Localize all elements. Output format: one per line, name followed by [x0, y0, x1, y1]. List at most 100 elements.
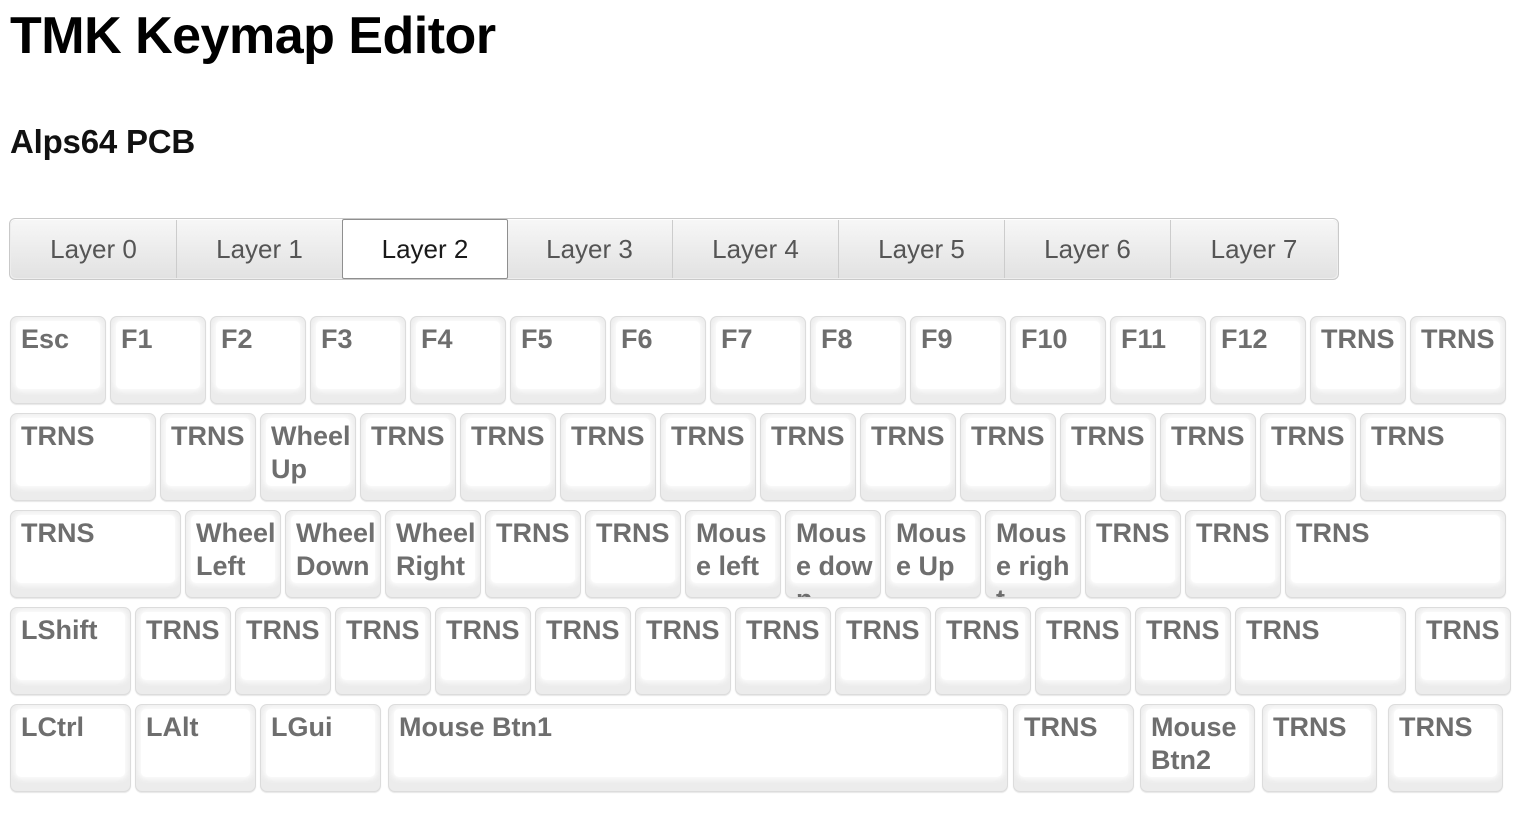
- layer-tab-label: Layer 2: [381, 233, 469, 264]
- key-label: TRNS: [871, 421, 945, 451]
- key-cell[interactable]: Wheel Right: [385, 510, 481, 598]
- key-cell[interactable]: TRNS: [1235, 607, 1406, 695]
- key-cell[interactable]: TRNS: [835, 607, 931, 695]
- key-cell[interactable]: LGui: [260, 704, 381, 792]
- layer-tab-0[interactable]: Layer 0: [11, 220, 177, 278]
- key-label: TRNS: [671, 421, 745, 451]
- key-label: TRNS: [596, 518, 670, 548]
- key-cell[interactable]: TRNS: [1035, 607, 1131, 695]
- key-label: TRNS: [246, 615, 320, 645]
- key-cell[interactable]: TRNS: [1160, 413, 1256, 501]
- key-cell[interactable]: Mouse left: [685, 510, 781, 598]
- key-cell[interactable]: TRNS: [1262, 704, 1377, 792]
- key-label: TRNS: [1196, 518, 1270, 548]
- key-cell[interactable]: TRNS: [535, 607, 631, 695]
- key-label: F12: [1221, 324, 1268, 354]
- key-cell[interactable]: TRNS: [1360, 413, 1506, 501]
- key-cell[interactable]: TRNS: [10, 413, 156, 501]
- key-label: F5: [521, 324, 553, 354]
- key-cell[interactable]: TRNS: [660, 413, 756, 501]
- key-label: Mouse left: [696, 518, 767, 581]
- key-cell[interactable]: Wheel Up: [260, 413, 356, 501]
- key-cell[interactable]: TRNS: [560, 413, 656, 501]
- key-label: TRNS: [946, 615, 1020, 645]
- key-cell[interactable]: TRNS: [1285, 510, 1506, 598]
- key-cell[interactable]: TRNS: [585, 510, 681, 598]
- key-cell[interactable]: TRNS: [860, 413, 956, 501]
- layer-tab-bar: Layer 0 Layer 1 Layer 2 Layer 3 Layer 4 Layer…: [9, 218, 1339, 280]
- key-label: TRNS: [1273, 712, 1347, 742]
- key-cell[interactable]: TRNS: [1310, 316, 1406, 404]
- key-cell[interactable]: TRNS: [485, 510, 581, 598]
- layer-tab-1[interactable]: Layer 1: [177, 220, 343, 278]
- key-label: Mouse down: [796, 518, 873, 597]
- layer-tab-2[interactable]: Layer 2: [342, 219, 508, 279]
- key-cell[interactable]: Mouse right: [985, 510, 1081, 598]
- key-cell[interactable]: TRNS: [1060, 413, 1156, 501]
- key-label: F3: [321, 324, 353, 354]
- key-cell[interactable]: F6: [610, 316, 706, 404]
- key-cell[interactable]: F12: [1210, 316, 1306, 404]
- key-label: TRNS: [1046, 615, 1120, 645]
- key-cell[interactable]: Wheel Left: [185, 510, 281, 598]
- key-cell[interactable]: TRNS: [635, 607, 731, 695]
- key-cell[interactable]: TRNS: [1013, 704, 1134, 792]
- key-label: F11: [1121, 324, 1167, 354]
- key-cell[interactable]: TRNS: [135, 607, 231, 695]
- layer-tab-7[interactable]: Layer 7: [1171, 220, 1337, 278]
- key-cell[interactable]: F9: [910, 316, 1006, 404]
- key-cell[interactable]: TRNS: [235, 607, 331, 695]
- key-cell[interactable]: TRNS: [1410, 316, 1506, 404]
- key-cell[interactable]: TRNS: [1135, 607, 1231, 695]
- key-cell[interactable]: F10: [1010, 316, 1106, 404]
- key-cell[interactable]: Mouse Up: [885, 510, 981, 598]
- key-cell[interactable]: TRNS: [435, 607, 531, 695]
- layer-tab-label: Layer 1: [216, 233, 303, 264]
- key-label: TRNS: [496, 518, 570, 548]
- layer-tab-5[interactable]: Layer 5: [839, 220, 1005, 278]
- key-cell[interactable]: LShift: [10, 607, 131, 695]
- keyboard-row-2: TRNS TRNS Wheel Up TRNS TRNS TRNS TRNS TRNS TRNS…: [0, 409, 1524, 506]
- key-cell[interactable]: Mouse Btn1: [388, 704, 1008, 792]
- keyboard-row-1: Esc F1 F2 F3 F4 F5 F6 F7 F8 F9 F10 F11 F12 TRNS TRNS: [0, 312, 1524, 409]
- key-cell[interactable]: Esc: [10, 316, 106, 404]
- key-label: TRNS: [21, 518, 95, 548]
- key-cell[interactable]: F8: [810, 316, 906, 404]
- keyboard-row-4: LShift TRNS TRNS TRNS TRNS TRNS TRNS TRNS TRNS TR…: [0, 603, 1524, 700]
- key-cell[interactable]: TRNS: [1415, 607, 1511, 695]
- key-label: TRNS: [571, 421, 645, 451]
- key-cell[interactable]: LAlt: [135, 704, 256, 792]
- key-cell[interactable]: TRNS: [1260, 413, 1356, 501]
- key-cell[interactable]: F3: [310, 316, 406, 404]
- key-cell[interactable]: F4: [410, 316, 506, 404]
- key-cell[interactable]: TRNS: [360, 413, 456, 501]
- key-cell[interactable]: Wheel Down: [285, 510, 381, 598]
- key-cell[interactable]: TRNS: [335, 607, 431, 695]
- key-cell[interactable]: TRNS: [1085, 510, 1181, 598]
- key-label: TRNS: [1071, 421, 1145, 451]
- key-cell[interactable]: TRNS: [1388, 704, 1503, 792]
- key-cell[interactable]: Mouse down: [785, 510, 881, 598]
- key-cell[interactable]: TRNS: [735, 607, 831, 695]
- key-cell[interactable]: TRNS: [10, 510, 181, 598]
- key-cell[interactable]: F5: [510, 316, 606, 404]
- key-cell[interactable]: F2: [210, 316, 306, 404]
- key-cell[interactable]: TRNS: [160, 413, 256, 501]
- key-cell[interactable]: F11: [1110, 316, 1206, 404]
- key-label: LShift: [21, 615, 98, 645]
- key-label: F2: [221, 324, 253, 354]
- layer-tab-4[interactable]: Layer 4: [673, 220, 839, 278]
- key-cell[interactable]: TRNS: [1185, 510, 1281, 598]
- layer-tab-6[interactable]: Layer 6: [1005, 220, 1171, 278]
- key-cell[interactable]: F1: [110, 316, 206, 404]
- key-label: F6: [621, 324, 653, 354]
- layer-tab-3[interactable]: Layer 3: [507, 220, 673, 278]
- key-cell[interactable]: TRNS: [960, 413, 1056, 501]
- key-label: Mouse Btn2: [1151, 712, 1237, 775]
- key-cell[interactable]: Mouse Btn2: [1140, 704, 1255, 792]
- key-cell[interactable]: F7: [710, 316, 806, 404]
- key-cell[interactable]: TRNS: [460, 413, 556, 501]
- key-cell[interactable]: LCtrl: [10, 704, 131, 792]
- key-cell[interactable]: TRNS: [935, 607, 1031, 695]
- key-cell[interactable]: TRNS: [760, 413, 856, 501]
